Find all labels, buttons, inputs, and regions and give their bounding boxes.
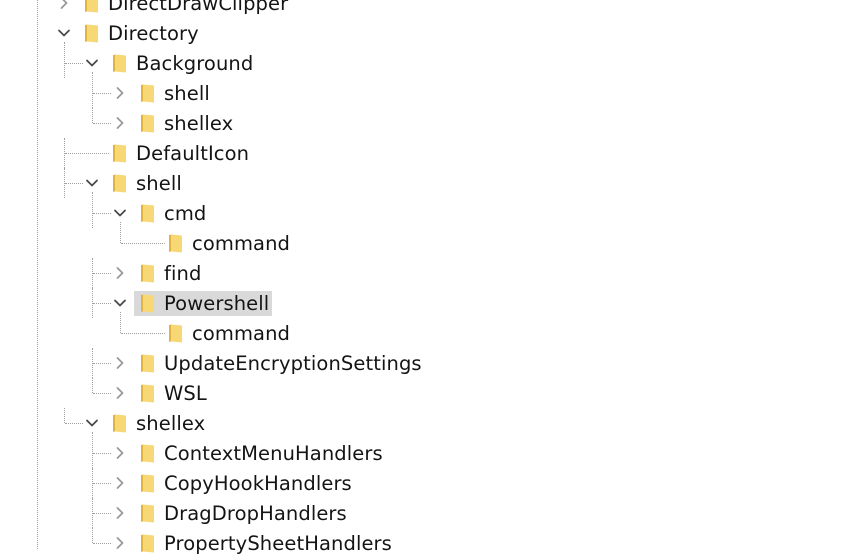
tree-item-label[interactable]: DragDropHandlers [161, 501, 350, 526]
folder-icon [138, 444, 156, 463]
tree-item-label[interactable]: shell [161, 81, 213, 106]
tree-item-directory[interactable]: Directory [0, 18, 850, 48]
chevron-right-icon[interactable] [110, 353, 130, 373]
chevron-down-icon[interactable] [82, 413, 102, 433]
tree-item-dragdrophandlers[interactable]: DragDropHandlers [0, 498, 850, 528]
tree-item-propertysheethandlers[interactable]: PropertySheetHandlers [0, 528, 850, 558]
folder-icon [110, 144, 128, 163]
tree-item-shellex[interactable]: shellex [0, 108, 850, 138]
tree-item-command[interactable]: command [0, 228, 850, 258]
folder-icon [138, 84, 156, 103]
chevron-right-icon[interactable] [110, 83, 130, 103]
tree-item-label[interactable]: UpdateEncryptionSettings [161, 351, 425, 376]
tree-item-directdrawclipper[interactable]: DirectDrawClipper [0, 0, 850, 18]
folder-icon [138, 384, 156, 403]
folder-icon [82, 24, 100, 43]
folder-icon [138, 294, 156, 313]
tree-item-label[interactable]: shellex [161, 111, 236, 136]
tree-item-background[interactable]: Background [0, 48, 850, 78]
chevron-right-icon[interactable] [54, 0, 74, 13]
tree-item-label[interactable]: find [161, 261, 204, 286]
tree-item-label[interactable]: command [189, 231, 293, 256]
tree-item-label[interactable]: ContextMenuHandlers [161, 441, 386, 466]
tree-item-shell[interactable]: shell [0, 168, 850, 198]
folder-icon [110, 414, 128, 433]
tree-item-label[interactable]: shellex [133, 411, 208, 436]
chevron-right-icon[interactable] [110, 503, 130, 523]
tree-item-wsl[interactable]: WSL [0, 378, 850, 408]
folder-icon [166, 234, 184, 253]
registry-key-tree: DirectDrawClipper Directory Background shel… [0, 0, 850, 555]
chevron-down-icon[interactable] [110, 293, 130, 313]
tree-item-defaulticon[interactable]: DefaultIcon [0, 138, 850, 168]
folder-icon [82, 0, 100, 13]
tree-item-powershell[interactable]: Powershell [0, 288, 850, 318]
chevron-right-icon[interactable] [110, 263, 130, 283]
chevron-right-icon[interactable] [110, 473, 130, 493]
chevron-down-icon[interactable] [82, 53, 102, 73]
folder-icon [138, 264, 156, 283]
tree-item-shell[interactable]: shell [0, 78, 850, 108]
folder-icon [138, 474, 156, 493]
tree-item-updateencryptionsettings[interactable]: UpdateEncryptionSettings [0, 348, 850, 378]
tree-item-find[interactable]: find [0, 258, 850, 288]
tree-item-label[interactable]: Directory [105, 21, 202, 46]
tree-item-label[interactable]: WSL [161, 381, 210, 406]
tree-item-label[interactable]: cmd [161, 201, 209, 226]
tree-item-label[interactable]: command [189, 321, 293, 346]
folder-icon [138, 534, 156, 553]
chevron-right-icon[interactable] [110, 113, 130, 133]
tree-item-command[interactable]: command [0, 318, 850, 348]
chevron-right-icon[interactable] [110, 383, 130, 403]
tree-item-cmd[interactable]: cmd [0, 198, 850, 228]
folder-icon [138, 204, 156, 223]
tree-item-label[interactable]: shell [133, 171, 185, 196]
chevron-down-icon[interactable] [54, 23, 74, 43]
folder-icon [138, 114, 156, 133]
chevron-down-icon[interactable] [82, 173, 102, 193]
chevron-right-icon[interactable] [110, 533, 130, 553]
tree-item-shellex[interactable]: shellex [0, 408, 850, 438]
chevron-down-icon[interactable] [110, 203, 130, 223]
tree-item-label[interactable]: DefaultIcon [133, 141, 252, 166]
folder-icon [110, 54, 128, 73]
tree-item-contextmenuhandlers[interactable]: ContextMenuHandlers [0, 438, 850, 468]
tree-item-label[interactable]: Background [133, 51, 256, 76]
chevron-right-icon[interactable] [110, 443, 130, 463]
folder-icon [110, 174, 128, 193]
tree-item-label[interactable]: Powershell [161, 291, 273, 316]
tree-item-label[interactable]: DirectDrawClipper [105, 0, 291, 16]
folder-icon [138, 354, 156, 373]
tree-item-copyhookhandlers[interactable]: CopyHookHandlers [0, 468, 850, 498]
folder-icon [138, 504, 156, 523]
tree-item-label[interactable]: CopyHookHandlers [161, 471, 355, 496]
tree-item-label[interactable]: PropertySheetHandlers [161, 531, 395, 556]
folder-icon [166, 324, 184, 343]
